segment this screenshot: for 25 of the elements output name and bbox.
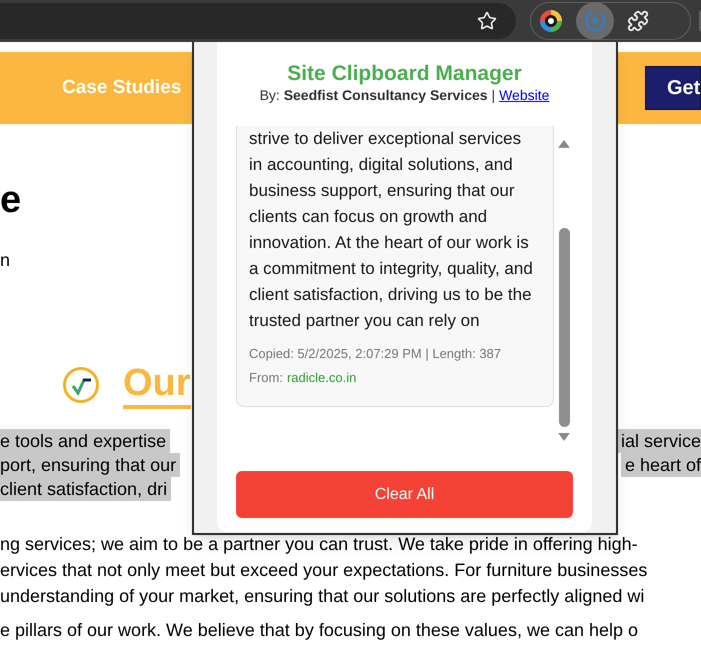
website-link[interactable]: Website: [499, 86, 550, 104]
extensions-puzzle-icon[interactable]: [626, 10, 649, 32]
bookmark-star-icon[interactable]: [476, 11, 497, 31]
page-text-line: ng services; we aim to be a partner you can trust. We take pride in offering high-: [0, 533, 638, 556]
clipboard-entry[interactable]: [236, 126, 554, 407]
page-heading: e: [0, 180, 22, 220]
popup-byline: By: Seedfist Consultancy Services |: [260, 86, 496, 104]
clear-all-button[interactable]: Clear All: [236, 471, 573, 518]
scrollbar-thumb[interactable]: [558, 228, 570, 428]
scroll-down-icon[interactable]: [558, 433, 570, 441]
page-text-line: understanding of your market, ensuring that our solutions are perfectly aligned wi: [0, 585, 644, 608]
extension-button[interactable]: [576, 2, 614, 40]
entry-source: radicle.co.in: [286, 369, 356, 387]
colorful-ring-icon[interactable]: [538, 9, 563, 33]
checkmark-badge-icon: [62, 366, 100, 404]
entry-meta: Copied: 5/2/2025, 2:07:29 PM | Length: 387: [249, 345, 502, 363]
page-text-line: e pillars of our work. We believe that by focusing on these values, we can help o: [0, 619, 638, 642]
entry-source-label: From:: [249, 369, 283, 387]
page-text-line: ervices that not only meet but exceed your expectations. For furniture businesses: [0, 559, 648, 582]
page-subtext: n: [0, 249, 10, 272]
popup-title: Site Clipboard Manager: [286, 61, 523, 86]
get-button[interactable]: Get: [645, 66, 701, 110]
circle-icon: [582, 9, 607, 33]
entry-text: strive to deliver exceptional services in accounting, digital solutions, and business support, ensuring that our clients can focus on growth and innovation. At the heart of our work is a commitment to integrity, quality, and client satisfaction, driving us to be the trusted partner you can rely on: [249, 128, 534, 332]
scroll-up-icon[interactable]: [558, 140, 570, 148]
